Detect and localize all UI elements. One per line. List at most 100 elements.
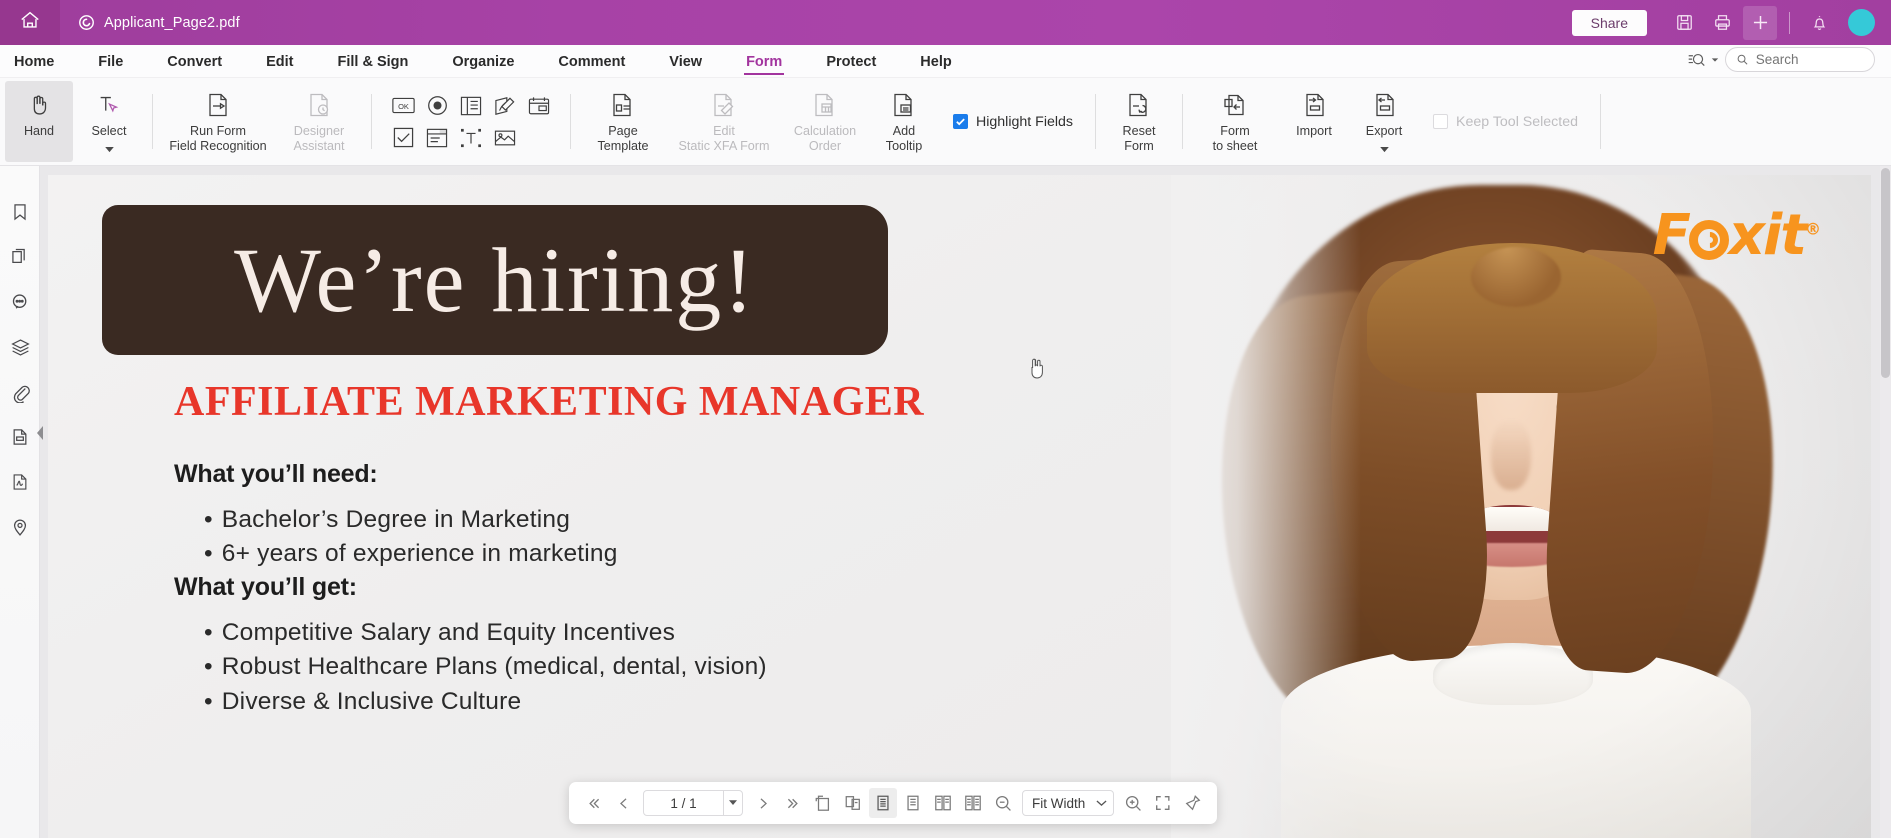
home-button[interactable] — [0, 0, 60, 45]
sidebar-item-signatures[interactable] — [0, 462, 40, 507]
chevron-down-icon[interactable] — [104, 140, 114, 158]
two-page-facing-view-icon[interactable] — [929, 788, 957, 818]
vertical-scrollbar-thumb[interactable] — [1881, 168, 1890, 378]
chevron-down-icon — [1096, 800, 1107, 806]
ribbon-divider — [1182, 94, 1183, 149]
pin-toolbar-icon[interactable] — [1179, 788, 1207, 818]
page-navigation-toolbar: 1 / 1 Fit Width — [569, 782, 1217, 824]
comment-bubble-icon — [10, 292, 31, 318]
add-tab-icon[interactable] — [1743, 5, 1777, 40]
menu-item-edit[interactable]: Edit — [266, 54, 293, 77]
sidebar-item-bookmarks[interactable] — [0, 192, 40, 237]
print-icon[interactable] — [1705, 6, 1739, 40]
menu-item-convert[interactable]: Convert — [167, 54, 222, 77]
sidebar-item-pages[interactable] — [0, 237, 40, 282]
form-to-sheet-button[interactable]: Form to sheet — [1192, 81, 1278, 162]
digital-signature-icon — [10, 472, 30, 497]
document-tab-title: Applicant_Page2.pdf — [104, 14, 240, 31]
advanced-search-icon[interactable] — [1687, 50, 1719, 70]
sidebar-item-comments[interactable] — [0, 282, 40, 327]
ribbon-divider — [152, 94, 153, 149]
menu-item-organize[interactable]: Organize — [452, 54, 514, 77]
navigation-panel-sidebar — [0, 166, 40, 838]
list-box-field-icon[interactable] — [454, 90, 488, 122]
sidebar-item-layers[interactable] — [0, 327, 40, 372]
edit-static-xfa-form-button[interactable]: Edit Static XFA Form — [668, 81, 780, 162]
sidebar-item-attachments[interactable] — [0, 372, 40, 417]
user-avatar[interactable] — [1848, 9, 1875, 36]
title-bar-actions: Share — [1571, 0, 1891, 45]
image-field-icon[interactable] — [488, 122, 522, 154]
select-tool-button[interactable]: Select — [75, 81, 143, 162]
menu-item-fill-and-sign[interactable]: Fill & Sign — [337, 54, 408, 77]
vertical-scrollbar[interactable] — [1880, 166, 1891, 838]
notifications-bell-icon[interactable] — [1802, 6, 1836, 40]
zoom-out-icon[interactable] — [989, 788, 1017, 818]
sidebar-item-fields[interactable] — [0, 417, 40, 462]
reset-form-button[interactable]: Reset Form — [1105, 81, 1173, 162]
import-button[interactable]: Import — [1280, 81, 1348, 162]
text-field-icon[interactable] — [454, 122, 488, 154]
continuous-scroll-view-icon[interactable] — [899, 788, 927, 818]
page-number-input[interactable]: 1 / 1 — [643, 790, 743, 816]
next-page-icon[interactable] — [749, 788, 777, 818]
menu-item-comment[interactable]: Comment — [558, 54, 625, 77]
calculation-order-button[interactable]: Calculation Order — [782, 81, 868, 162]
list-item: • Competitive Salary and Equity Incentive… — [204, 619, 676, 646]
page-template-button[interactable]: Page Template — [580, 81, 666, 162]
export-button[interactable]: Export — [1350, 81, 1418, 162]
bullet-glyph: • — [204, 506, 213, 533]
form-field-tools-grid: OK — [380, 78, 562, 165]
hand-tool-button[interactable]: Hand — [5, 81, 73, 162]
collapse-panel-arrow-icon[interactable] — [36, 420, 45, 446]
page-template-icon — [609, 90, 637, 120]
ribbon-divider — [570, 94, 571, 149]
menu-item-home[interactable]: Home — [14, 54, 54, 77]
page-transition-icon[interactable] — [839, 788, 867, 818]
previous-page-icon[interactable] — [609, 788, 637, 818]
form-to-sheet-icon — [1221, 90, 1249, 120]
combo-box-field-icon[interactable] — [420, 122, 454, 154]
push-button-field-icon[interactable]: OK — [386, 90, 420, 122]
search-input[interactable] — [1755, 52, 1864, 67]
keep-tool-selected-checkbox[interactable]: Keep Tool Selected — [1419, 78, 1592, 165]
first-page-icon[interactable] — [579, 788, 607, 818]
document-view[interactable]: Fxit® We’re hiring! AFFILIATE MARKETING … — [40, 166, 1891, 838]
run-form-field-recognition-icon — [204, 90, 232, 120]
single-page-view-icon[interactable] — [869, 788, 897, 818]
run-form-field-recognition-button[interactable]: Run Form Field Recognition — [162, 81, 274, 162]
export-icon — [1370, 90, 1398, 120]
signature-field-icon[interactable] — [488, 90, 522, 122]
sidebar-item-location[interactable] — [0, 507, 40, 552]
save-icon[interactable] — [1667, 6, 1701, 40]
export-label: Export — [1365, 124, 1403, 138]
search-input-wrapper[interactable] — [1725, 47, 1875, 72]
select-tool-label: Select — [91, 124, 127, 138]
highlight-fields-checkbox[interactable]: Highlight Fields — [939, 78, 1087, 165]
recruitment-photo — [1171, 175, 1871, 838]
full-screen-icon[interactable] — [1149, 788, 1177, 818]
menu-item-help[interactable]: Help — [920, 54, 951, 77]
document-tab[interactable]: Applicant_Page2.pdf — [60, 0, 262, 45]
chevron-down-icon[interactable] — [1379, 140, 1389, 158]
zoom-in-icon[interactable] — [1119, 788, 1147, 818]
menu-item-file[interactable]: File — [98, 54, 123, 77]
rotate-view-icon[interactable] — [809, 788, 837, 818]
menu-item-view[interactable]: View — [669, 54, 702, 77]
calculation-order-label: Calculation Order — [793, 124, 857, 154]
import-icon — [1300, 90, 1328, 120]
check-box-field-icon[interactable] — [386, 122, 420, 154]
last-page-icon[interactable] — [779, 788, 807, 818]
two-page-continuous-view-icon[interactable] — [959, 788, 987, 818]
menu-item-protect[interactable]: Protect — [826, 54, 876, 77]
list-item: • Robust Healthcare Plans (medical, denta… — [204, 653, 767, 681]
add-tooltip-button[interactable]: Add Tooltip — [870, 81, 938, 162]
zoom-level-select[interactable]: Fit Width — [1022, 790, 1114, 816]
date-field-icon[interactable] — [522, 90, 556, 122]
page-dropdown-caret-icon[interactable] — [723, 791, 742, 815]
designer-assistant-button[interactable]: Designer Assistant — [276, 81, 362, 162]
list-item: • 6+ years of experience in marketing — [204, 540, 618, 568]
menu-item-form[interactable]: Form — [744, 54, 785, 77]
share-button[interactable]: Share — [1571, 9, 1647, 36]
radio-button-field-icon[interactable] — [420, 90, 454, 122]
